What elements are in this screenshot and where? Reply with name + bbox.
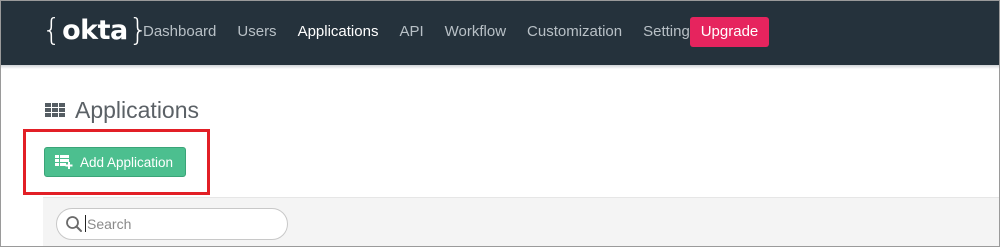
- nav-item-api[interactable]: API: [399, 21, 423, 43]
- search-input[interactable]: [87, 216, 277, 232]
- search-field[interactable]: [56, 208, 288, 240]
- logo-text: okta: [62, 15, 128, 46]
- nav-item-applications[interactable]: Applications: [298, 21, 379, 43]
- text-cursor: [85, 215, 86, 232]
- app-window: { okta } Dashboard Users Applications AP…: [0, 0, 1000, 247]
- logo-open-brace: {: [42, 13, 62, 48]
- top-navigation-bar: { okta } Dashboard Users Applications AP…: [1, 1, 999, 65]
- nav-item-users[interactable]: Users: [237, 21, 276, 43]
- nav-item-dashboard[interactable]: Dashboard: [143, 21, 216, 43]
- nav-item-customization[interactable]: Customization: [527, 21, 622, 43]
- upgrade-button[interactable]: Upgrade: [690, 17, 769, 47]
- add-application-button[interactable]: Add Application: [44, 147, 186, 177]
- nav-divider: [1, 65, 999, 69]
- main-menu: Dashboard Users Applications API Workflo…: [143, 21, 718, 43]
- nav-item-workflow[interactable]: Workflow: [445, 21, 506, 43]
- search-icon: [66, 216, 82, 232]
- page-header: Applications: [45, 96, 199, 124]
- grid-icon: [45, 103, 65, 119]
- page-title: Applications: [75, 97, 200, 123]
- add-app-icon: [55, 155, 73, 169]
- add-application-label: Add Application: [80, 154, 174, 170]
- okta-logo[interactable]: { okta }: [42, 13, 148, 49]
